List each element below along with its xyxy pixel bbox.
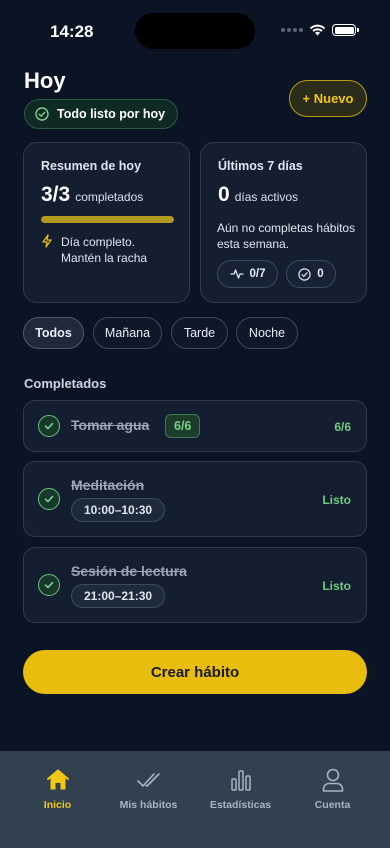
status-pill: Todo listo por hoy (24, 99, 179, 129)
summary-card: Resumen de hoy 3/3 completados Día compl… (23, 142, 190, 303)
user-icon (322, 768, 343, 792)
lightning-icon (42, 234, 52, 248)
tab-my-habits[interactable]: Mis hábitos (100, 767, 197, 811)
tab-label: Cuenta (314, 799, 351, 811)
habit-name: Sesión de lectura (71, 563, 187, 579)
active-days-pill: 0/7 (217, 260, 278, 288)
tab-bar: Inicio Mis hábitos Estadísticas Cuenta (0, 751, 390, 848)
tab-statistics[interactable]: Estadísticas (192, 767, 289, 811)
habit-row[interactable]: Meditación 10:00–10:30 Listo (23, 461, 367, 537)
double-check-icon (136, 773, 160, 787)
tab-label: Mis hábitos (119, 799, 178, 811)
bar-chart-icon (230, 770, 251, 791)
wifi-icon (309, 24, 326, 36)
check-circle-icon (298, 267, 311, 281)
tab-account[interactable]: Cuenta (284, 767, 381, 811)
habit-name: Tomar agua (71, 417, 150, 433)
progress-fill (41, 216, 174, 223)
summary-stat: 3/3 completados (41, 183, 143, 207)
home-icon (46, 769, 69, 790)
status-bar: 14:28 (0, 0, 390, 60)
active-days-value: 0/7 (249, 268, 266, 280)
check-icon[interactable] (38, 415, 60, 437)
filter-afternoon[interactable]: Tarde (171, 317, 228, 349)
summary-heading: Resumen de hoy (41, 159, 142, 173)
completed-value: 0 (317, 268, 324, 280)
page-title: Hoy (24, 68, 66, 93)
habit-status: Listo (322, 493, 351, 507)
week-message: Aún no completas hábitos esta semana. (217, 221, 356, 251)
week-unit: días activos (234, 190, 299, 204)
check-icon[interactable] (38, 488, 60, 510)
tab-label: Estadísticas (209, 799, 272, 811)
week-stat: 0 días activos (218, 183, 298, 207)
progress-bar (41, 216, 174, 223)
new-habit-button[interactable]: + Nuevo (289, 80, 367, 117)
summary-unit: completados (75, 190, 144, 204)
filter-morning[interactable]: Mañana (93, 317, 162, 349)
section-title: Completados (24, 376, 107, 391)
habit-status: 6/6 (334, 420, 351, 434)
habit-name: Meditación (71, 477, 145, 493)
filter-night[interactable]: Noche (236, 317, 298, 349)
week-count: 0 (218, 183, 230, 206)
status-icons (281, 24, 359, 36)
tab-label: Inicio (43, 799, 72, 811)
activity-icon (229, 269, 244, 279)
check-circle-icon (35, 107, 49, 121)
habit-row[interactable]: Tomar agua 6/6 6/6 (23, 400, 367, 452)
habit-row[interactable]: Sesión de lectura 21:00–21:30 Listo (23, 547, 367, 623)
habit-time-badge: 21:00–21:30 (71, 584, 166, 608)
status-pill-label: Todo listo por hoy (57, 107, 166, 121)
habit-count-badge: 6/6 (165, 414, 201, 438)
signal-icon (281, 28, 303, 32)
filter-all[interactable]: Todos (23, 317, 84, 349)
summary-note-text: Día completo. Mantén la racha (61, 235, 148, 265)
week-card: Últimos 7 días 0 días activos Aún no com… (200, 142, 367, 303)
summary-note: Día completo. Mantén la racha (41, 234, 171, 266)
check-icon[interactable] (38, 574, 60, 596)
battery-icon (332, 24, 359, 36)
week-heading: Últimos 7 días (218, 159, 303, 173)
dynamic-island (135, 13, 255, 49)
status-time: 14:28 (50, 22, 94, 41)
tab-home[interactable]: Inicio (9, 767, 106, 811)
habit-time-badge: 10:00–10:30 (71, 498, 166, 522)
summary-count: 3/3 (41, 183, 71, 206)
habit-status: Listo (322, 579, 351, 593)
completed-pill: 0 (286, 260, 336, 288)
create-habit-button[interactable]: Crear hábito (23, 650, 367, 694)
